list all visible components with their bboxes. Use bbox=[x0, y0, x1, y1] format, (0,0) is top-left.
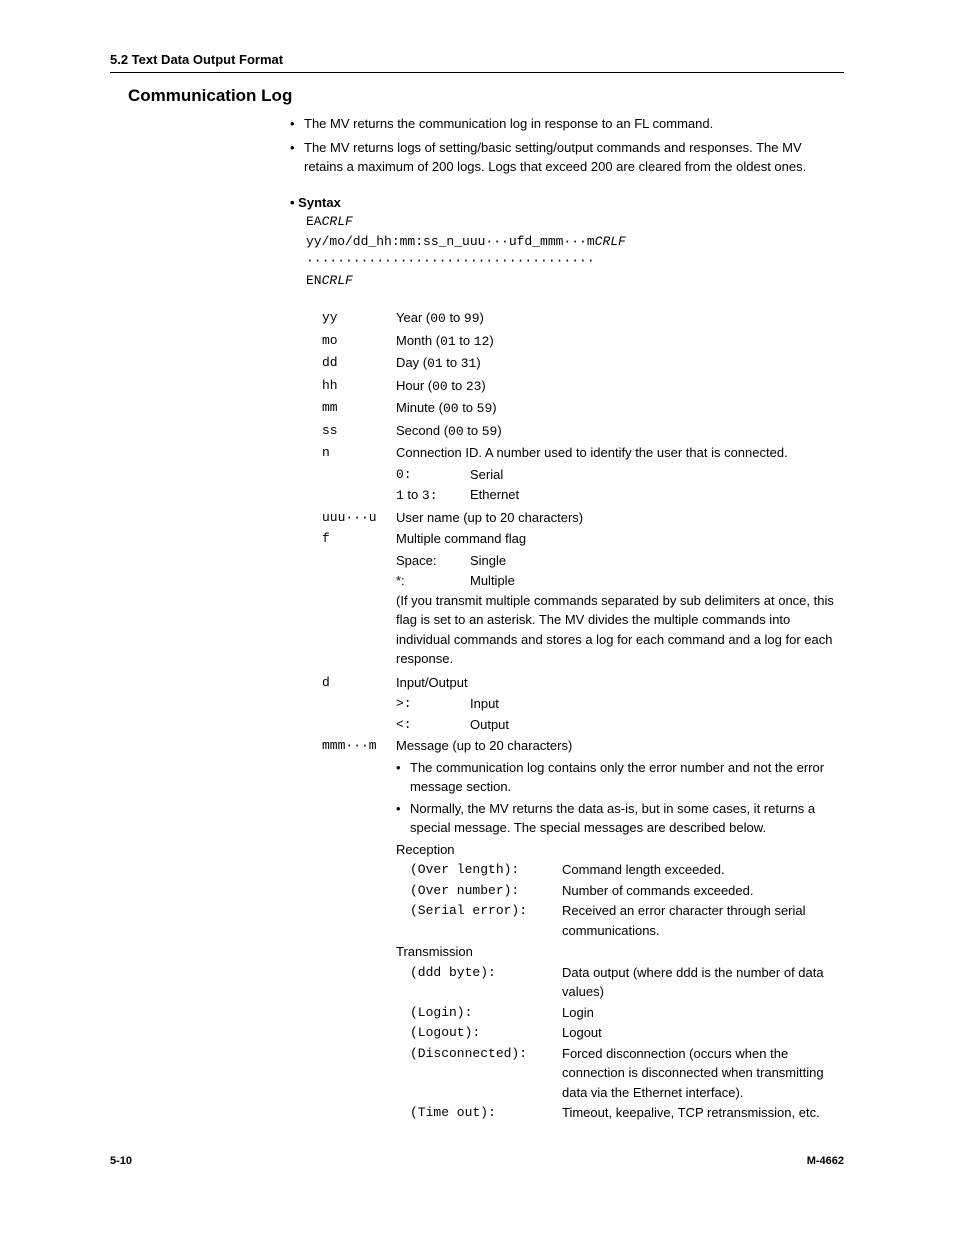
def-val: Multiple command flag Space: Single *: M… bbox=[396, 529, 844, 671]
sub-val: Serial bbox=[470, 465, 844, 485]
def-key: n bbox=[322, 443, 396, 463]
msg-val: Received an error character through seri… bbox=[562, 901, 844, 940]
def-val: Connection ID. A number used to identify… bbox=[396, 443, 844, 506]
page-footer: 5-10 M-4662 bbox=[110, 1153, 844, 1170]
def-row: n Connection ID. A number used to identi… bbox=[322, 443, 844, 506]
definition-list: yy Year (00 to 99) mo Month (01 to 12) d… bbox=[322, 308, 844, 1123]
syntax-line: ····································· bbox=[306, 253, 595, 268]
def-row: yy Year (00 to 99) bbox=[322, 308, 844, 329]
msg-key: (Over length): bbox=[410, 860, 562, 880]
def-row: mmm···m Message (up to 20 characters) • … bbox=[322, 736, 844, 1123]
intro-block: • The MV returns the communication log i… bbox=[290, 114, 844, 177]
syntax-line: yy/mo/dd_hh:mm:ss_n_uuu···ufd_mmm···m bbox=[306, 234, 595, 249]
def-row: mm Minute (00 to 59) bbox=[322, 398, 844, 419]
def-row: d Input/Output >: Input <: Output bbox=[322, 673, 844, 735]
msg-val: Timeout, keepalive, TCP retransmission, … bbox=[562, 1103, 844, 1123]
sub-key: 1 to 3: bbox=[396, 485, 470, 506]
sub-val: Single bbox=[470, 551, 844, 571]
bullet: • bbox=[290, 138, 304, 177]
sub-val: Output bbox=[470, 715, 844, 735]
def-row: dd Day (01 to 31) bbox=[322, 353, 844, 374]
def-val: Hour (00 to 23) bbox=[396, 376, 844, 397]
intro-text: The MV returns logs of setting/basic set… bbox=[304, 138, 844, 177]
def-val: User name (up to 20 characters) bbox=[396, 508, 844, 528]
def-key: uuu···u bbox=[322, 508, 396, 528]
msg-val: Logout bbox=[562, 1023, 844, 1043]
def-row: mo Month (01 to 12) bbox=[322, 331, 844, 352]
def-key: ss bbox=[322, 421, 396, 441]
msg-val: Login bbox=[562, 1003, 844, 1023]
def-val: Input/Output >: Input <: Output bbox=[396, 673, 844, 735]
msg-heading: Reception bbox=[396, 840, 844, 860]
syntax-crlf: CRLF bbox=[322, 214, 353, 229]
bullet: • bbox=[396, 799, 410, 838]
def-key: mm bbox=[322, 398, 396, 418]
def-row: f Multiple command flag Space: Single *:… bbox=[322, 529, 844, 671]
msg-key: (Login): bbox=[410, 1003, 562, 1023]
msg-key: (ddd byte): bbox=[410, 963, 562, 1002]
syntax-line: EN bbox=[306, 273, 322, 288]
def-val: Minute (00 to 59) bbox=[396, 398, 844, 419]
doc-number: M-4662 bbox=[807, 1153, 844, 1170]
def-val: Day (01 to 31) bbox=[396, 353, 844, 374]
msg-key: (Logout): bbox=[410, 1023, 562, 1043]
bullet: • bbox=[290, 114, 304, 134]
syntax-crlf: CRLF bbox=[595, 234, 626, 249]
sub-key: <: bbox=[396, 715, 470, 735]
def-key: hh bbox=[322, 376, 396, 396]
def-val: Year (00 to 99) bbox=[396, 308, 844, 329]
msg-key: (Serial error): bbox=[410, 901, 562, 940]
def-key: d bbox=[322, 673, 396, 693]
note: (If you transmit multiple commands separ… bbox=[396, 591, 844, 669]
bullet-text: Normally, the MV returns the data as-is,… bbox=[410, 799, 844, 838]
msg-key: (Over number): bbox=[410, 881, 562, 901]
syntax-label: • Syntax bbox=[290, 193, 844, 213]
def-key: f bbox=[322, 529, 396, 549]
def-key: mo bbox=[322, 331, 396, 351]
bullet-text: The communication log contains only the … bbox=[410, 758, 844, 797]
syntax-crlf: CRLF bbox=[322, 273, 353, 288]
def-key: dd bbox=[322, 353, 396, 373]
sub-val: Ethernet bbox=[470, 485, 844, 506]
msg-heading: Transmission bbox=[396, 942, 844, 962]
sub-key: Space: bbox=[396, 551, 470, 571]
sub-val: Input bbox=[470, 694, 844, 714]
def-row: uuu···u User name (up to 20 characters) bbox=[322, 508, 844, 528]
msg-val: Data output (where ddd is the number of … bbox=[562, 963, 844, 1002]
msg-key: (Time out): bbox=[410, 1103, 562, 1123]
page-title: Communication Log bbox=[128, 83, 844, 109]
section-header: 5.2 Text Data Output Format bbox=[110, 50, 844, 73]
syntax-line: EA bbox=[306, 214, 322, 229]
sub-val: Multiple bbox=[470, 571, 844, 591]
sub-key: *: bbox=[396, 571, 470, 591]
def-key: yy bbox=[322, 308, 396, 328]
msg-val: Number of commands exceeded. bbox=[562, 881, 844, 901]
def-row: hh Hour (00 to 23) bbox=[322, 376, 844, 397]
def-key: mmm···m bbox=[322, 736, 396, 756]
msg-val: Forced disconnection (occurs when the co… bbox=[562, 1044, 844, 1103]
sub-key: 0: bbox=[396, 465, 470, 485]
sub-key: >: bbox=[396, 694, 470, 714]
msg-val: Command length exceeded. bbox=[562, 860, 844, 880]
def-row: ss Second (00 to 59) bbox=[322, 421, 844, 442]
def-val: Month (01 to 12) bbox=[396, 331, 844, 352]
page-number: 5-10 bbox=[110, 1153, 132, 1170]
bullet: • bbox=[396, 758, 410, 797]
syntax-block: EACRLF yy/mo/dd_hh:mm:ss_n_uuu···ufd_mmm… bbox=[306, 212, 844, 290]
msg-key: (Disconnected): bbox=[410, 1044, 562, 1103]
def-val: Second (00 to 59) bbox=[396, 421, 844, 442]
def-val: Message (up to 20 characters) • The comm… bbox=[396, 736, 844, 1123]
intro-text: The MV returns the communication log in … bbox=[304, 114, 844, 134]
